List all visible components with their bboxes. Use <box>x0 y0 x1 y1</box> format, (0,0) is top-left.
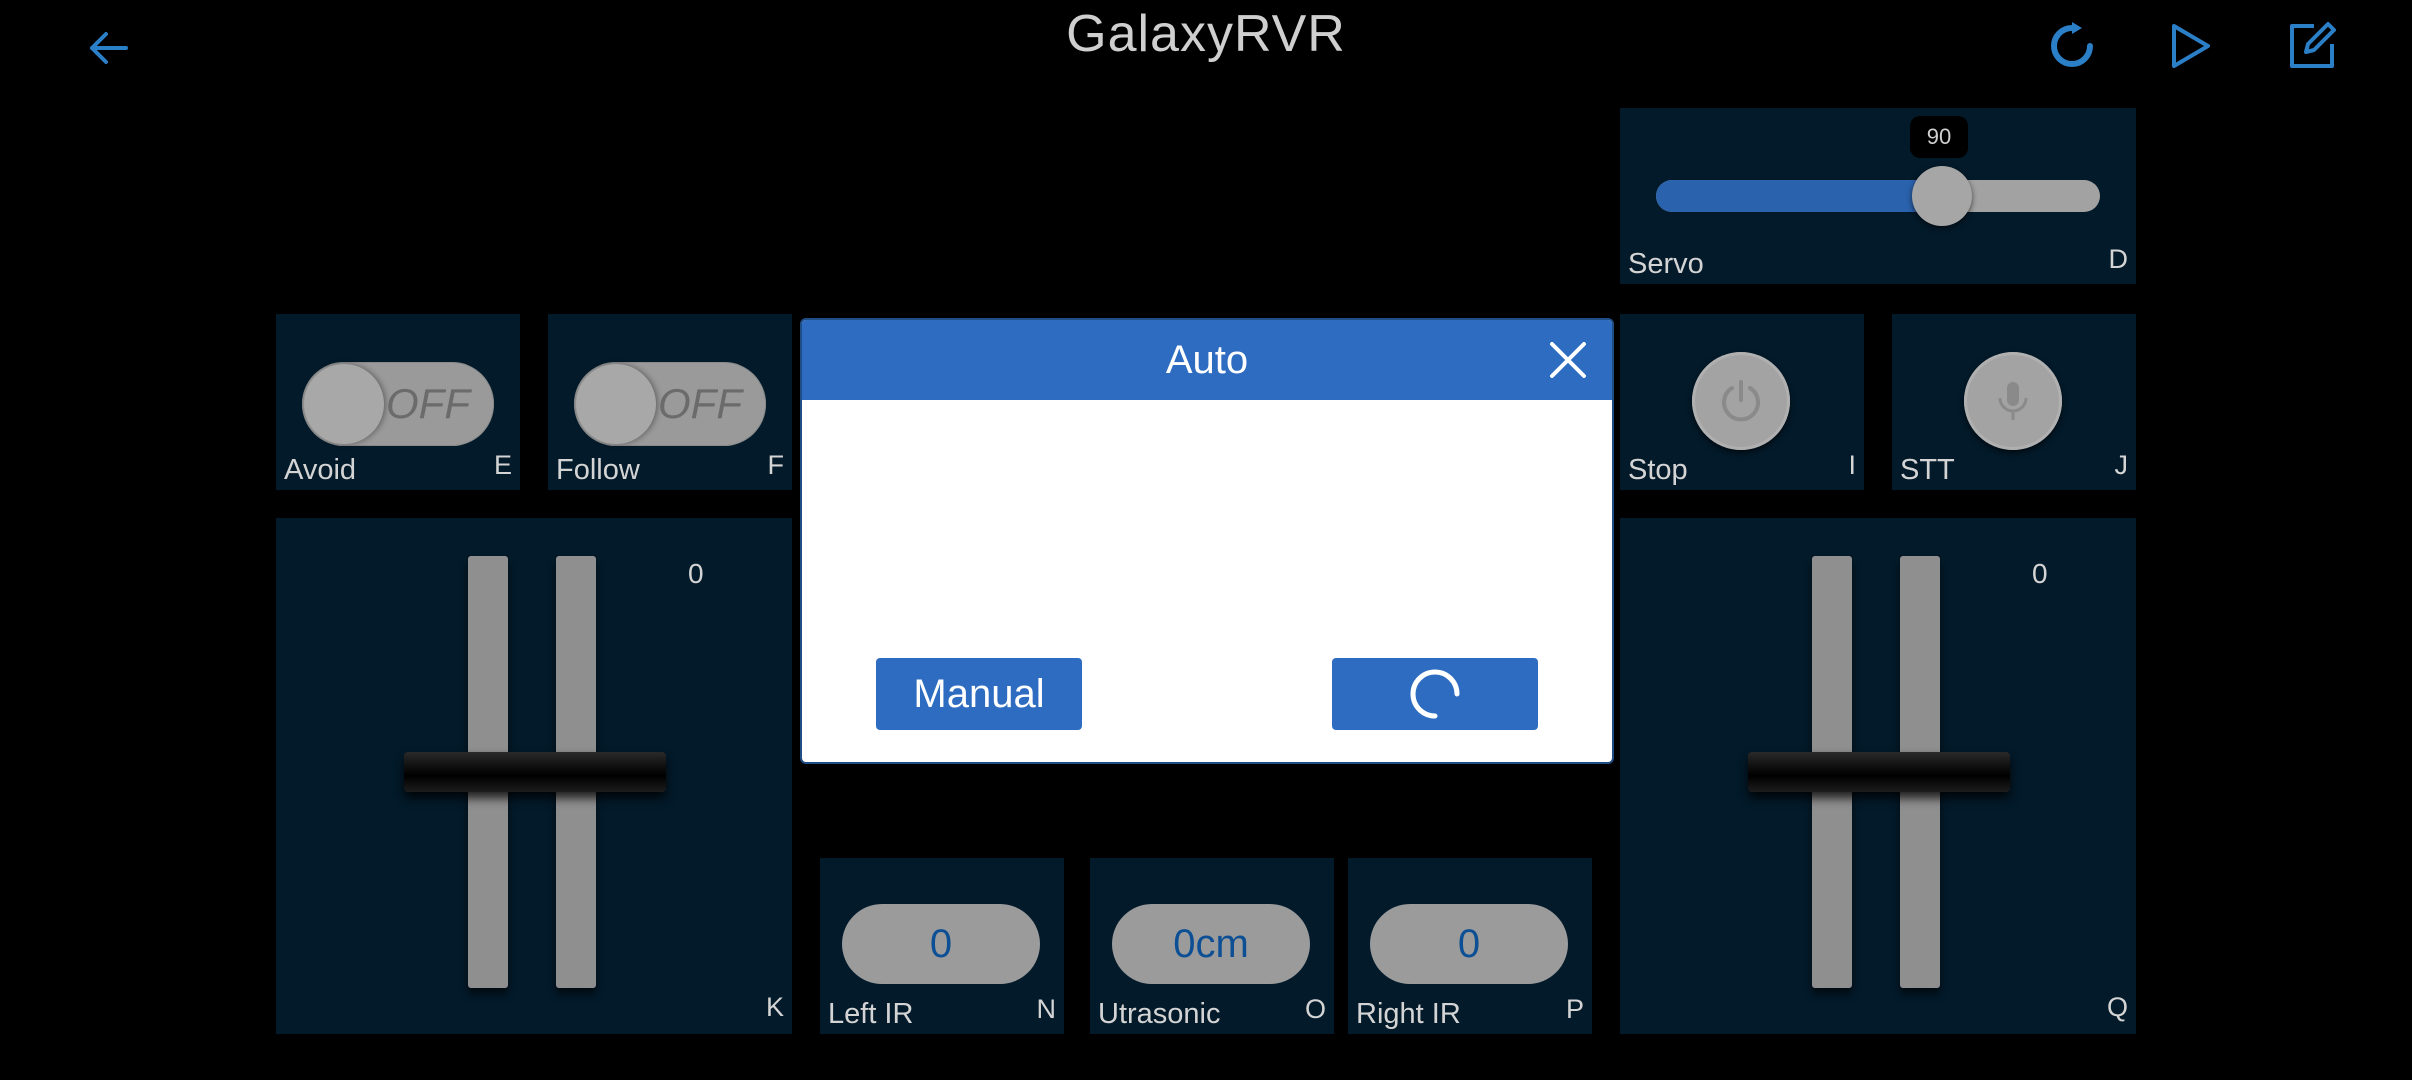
stt-panel: STT J <box>1892 314 2136 490</box>
edit-button[interactable] <box>2276 10 2348 82</box>
stop-label: Stop <box>1628 454 1688 486</box>
left-throttle-panel: 0 K <box>276 518 792 1034</box>
close-icon <box>1550 342 1586 378</box>
auto-start-button[interactable] <box>1332 658 1538 730</box>
toggle-knob <box>576 364 656 444</box>
follow-toggle-state: OFF <box>658 380 742 427</box>
avoid-toggle-state: OFF <box>386 380 470 427</box>
play-icon <box>2172 24 2210 68</box>
dialog-title: Auto <box>1165 337 1249 382</box>
follow-toggle[interactable]: OFF <box>574 362 766 446</box>
loading-spinner-icon <box>1410 669 1460 719</box>
follow-key: F <box>767 450 785 480</box>
ultrasonic-panel: 0cm Utrasonic O <box>1090 858 1334 1034</box>
right-ir-key: P <box>1565 994 1584 1024</box>
right-ir-label: Right IR <box>1356 998 1461 1030</box>
left-ir-readout: 0 <box>842 904 1040 984</box>
refresh-button[interactable] <box>2036 10 2108 82</box>
right-throttle-value: 0 <box>2032 558 2048 589</box>
right-throttle-key: Q <box>2106 992 2128 1022</box>
servo-thumb[interactable] <box>1912 166 1972 226</box>
toggle-knob <box>304 364 384 444</box>
ultrasonic-label: Utrasonic <box>1098 998 1221 1030</box>
right-ir-readout: 0 <box>1370 904 1568 984</box>
manual-button[interactable]: Manual <box>876 658 1082 730</box>
left-throttle-key: K <box>765 992 784 1022</box>
stt-label: STT <box>1900 454 1955 486</box>
left-ir-panel: 0 Left IR N <box>820 858 1064 1034</box>
servo-label: Servo <box>1628 248 1704 280</box>
servo-value-tooltip: 90 <box>1910 116 1968 158</box>
stop-button[interactable] <box>1692 352 1790 450</box>
ultrasonic-key: O <box>1304 994 1326 1024</box>
edit-icon <box>2290 22 2336 68</box>
servo-key: D <box>2108 244 2129 274</box>
refresh-icon <box>2051 22 2093 67</box>
microphone-icon <box>1998 382 2028 420</box>
left-throttle-thumb[interactable] <box>404 752 666 792</box>
left-ir-label: Left IR <box>828 998 914 1030</box>
right-ir-panel: 0 Right IR P <box>1348 858 1592 1034</box>
servo-track-fill <box>1656 180 1946 212</box>
stt-button[interactable] <box>1964 352 2062 450</box>
right-throttle-thumb[interactable] <box>1748 752 2010 792</box>
ultrasonic-readout: 0cm <box>1112 904 1310 984</box>
stt-key: J <box>2114 450 2129 480</box>
left-ir-key: N <box>1036 994 1057 1024</box>
stop-key: I <box>1848 450 1856 480</box>
right-throttle-panel: 0 Q <box>1620 518 2136 1034</box>
dialog-close-button[interactable] <box>1546 338 1590 382</box>
avoid-panel: OFF Avoid E <box>276 314 520 490</box>
power-icon <box>1722 380 1760 422</box>
auto-dialog: Auto Manual <box>800 318 1614 764</box>
servo-panel: 90 Servo D <box>1620 108 2136 284</box>
avoid-toggle[interactable]: OFF <box>302 362 494 446</box>
stop-panel: Stop I <box>1620 314 1864 490</box>
avoid-key: E <box>493 450 512 480</box>
left-throttle-value: 0 <box>688 558 704 589</box>
dialog-header: Auto <box>802 320 1612 400</box>
follow-label: Follow <box>556 454 640 486</box>
follow-panel: OFF Follow F <box>548 314 792 490</box>
play-button[interactable] <box>2154 10 2226 82</box>
avoid-label: Avoid <box>284 454 357 486</box>
